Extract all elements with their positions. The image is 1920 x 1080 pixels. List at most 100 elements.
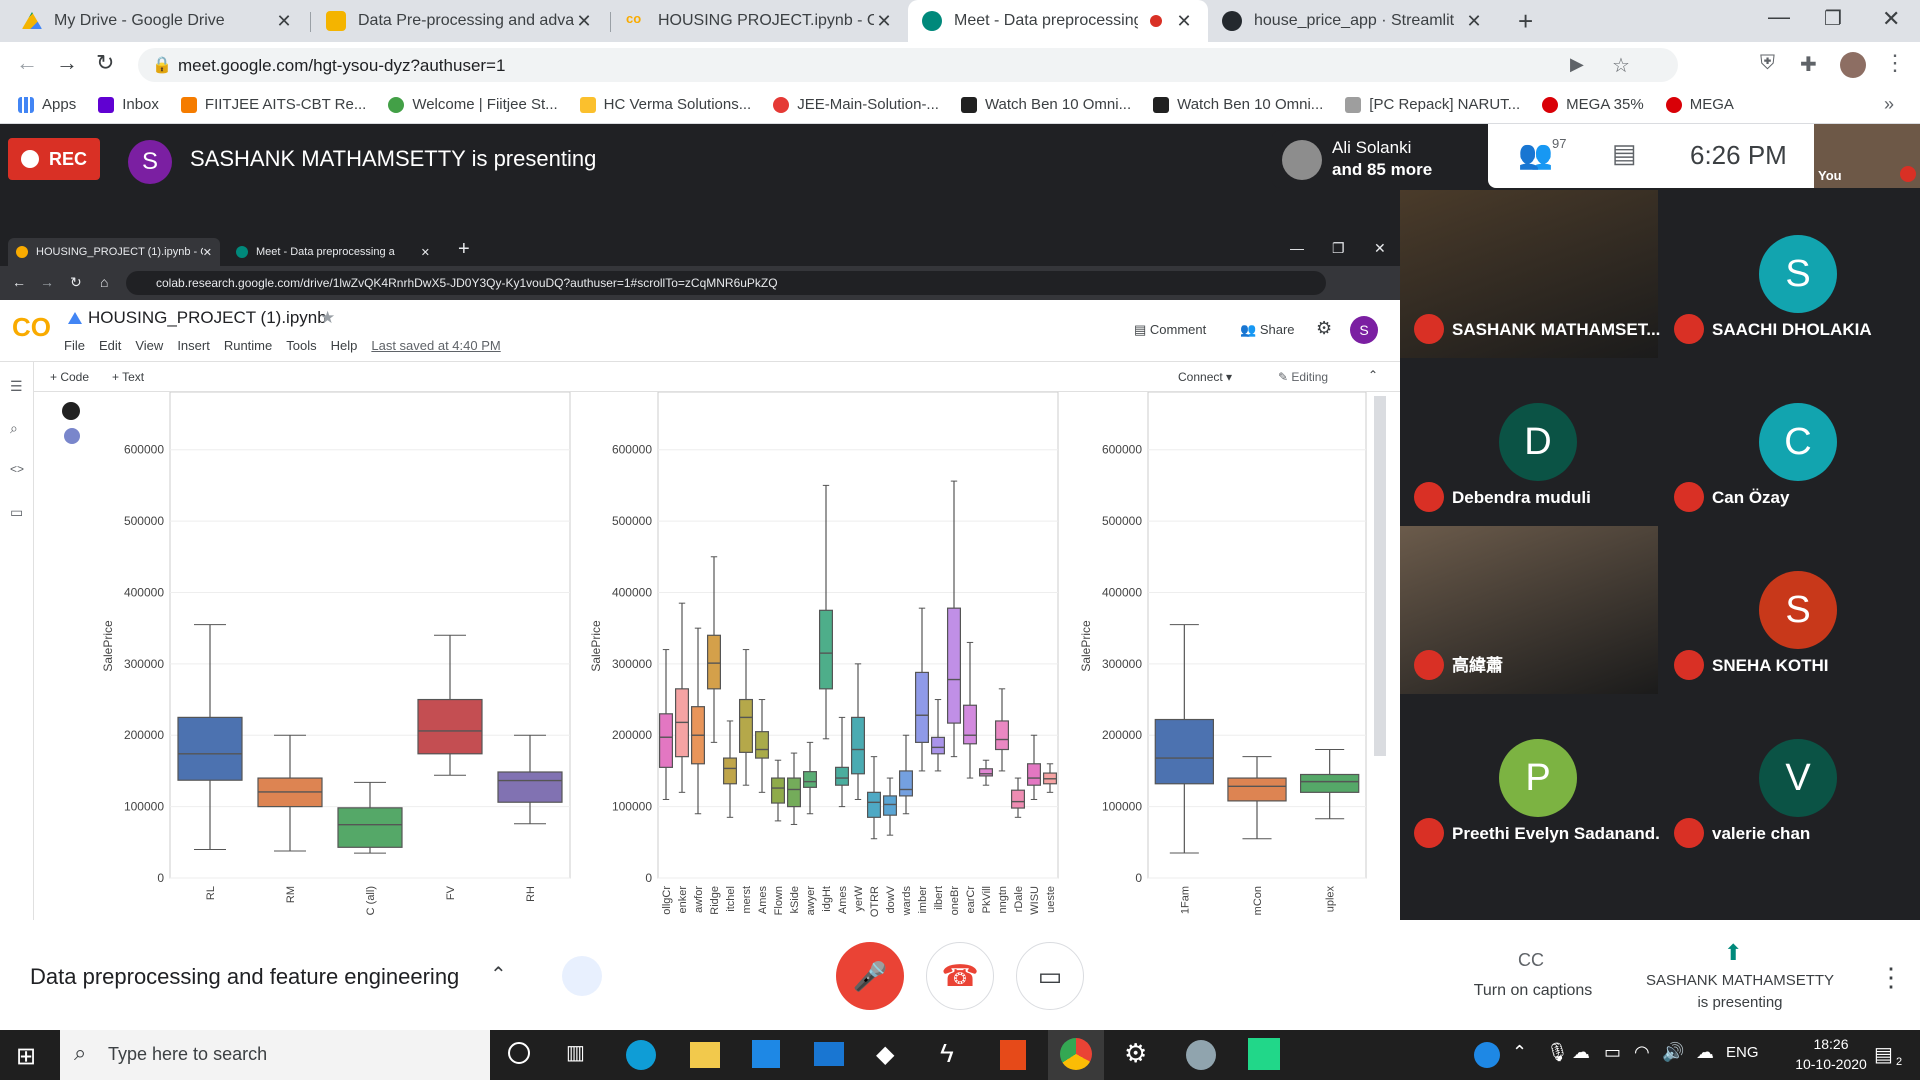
language-indicator[interactable]: ENG [1726, 1044, 1759, 1061]
window-close-icon[interactable]: ✕ [1882, 6, 1900, 32]
colab-icon [16, 246, 28, 258]
notification-icon[interactable]: ▤ [1874, 1042, 1893, 1067]
battery-icon[interactable]: ▭ [1604, 1042, 1621, 1063]
close-icon[interactable]: ✕ [574, 11, 594, 32]
mic-off-button[interactable]: 🎤 [836, 942, 904, 1010]
box [866, 791, 881, 818]
office-icon[interactable] [1000, 1040, 1026, 1070]
tray-chevron-icon[interactable]: ⌃ [1512, 1042, 1527, 1063]
volume-icon[interactable]: 🔊 [1662, 1042, 1684, 1063]
bookmark-mega[interactable]: MEGA [1665, 96, 1734, 113]
chevron-up-icon[interactable]: ⌃ [490, 962, 507, 987]
self-video-tile[interactable]: You [1814, 124, 1920, 188]
mic-icon[interactable]: 🎙 [1546, 1042, 1569, 1063]
captions-button[interactable]: Turn on captions [1468, 982, 1598, 1000]
camera-icon[interactable]: ▶ [1570, 54, 1584, 75]
participant-tile[interactable]: S SNEHA KOTHI [1660, 526, 1918, 694]
bookmark-apps[interactable]: Apps [18, 96, 76, 113]
tab-colab[interactable]: co HOUSING PROJECT.ipynb - Colab ✕ [612, 0, 908, 42]
participant-tile[interactable]: S SAACHI DHOLAKIA [1660, 190, 1918, 358]
bookmark-inbox[interactable]: Inbox [98, 96, 159, 113]
forward-icon[interactable]: → [56, 50, 78, 76]
back-icon[interactable]: ← [16, 50, 38, 76]
taskbar-date[interactable]: 10-10-2020 [1786, 1056, 1876, 1072]
tab-label: Meet - Data preprocessing a [256, 246, 395, 258]
extensions-icon[interactable]: ✚ [1800, 52, 1817, 77]
minimize-icon[interactable]: — [1768, 4, 1790, 30]
star-icon[interactable]: ☆ [1612, 53, 1630, 78]
dropbox-icon[interactable]: ◆ [876, 1040, 894, 1069]
participant-tile[interactable]: C Can Özay [1660, 358, 1918, 526]
bookmark-hc-verma[interactable]: HC Verma Solutions... [579, 96, 751, 113]
host-controls-icon[interactable] [562, 956, 602, 996]
menu-runtime: Runtime [223, 338, 273, 353]
bookmark-fiitjee-welcome[interactable]: Welcome | Fiitjee St... [388, 96, 558, 113]
tab-google-drive[interactable]: My Drive - Google Drive ✕ [8, 0, 308, 42]
apps-grid-icon [18, 96, 34, 113]
new-tab-icon[interactable]: + [1518, 6, 1533, 37]
notebook-title: HOUSING_PROJECT (1).ipynb [88, 308, 327, 327]
people-icon[interactable]: 👥 [1518, 138, 1553, 171]
tab-streamlit[interactable]: house_price_app · Streamlit ✕ [1208, 0, 1498, 42]
bookmark-label: Watch Ben 10 Omni... [984, 96, 1132, 113]
close-icon[interactable]: ✕ [274, 11, 294, 32]
bookmark-jee-main[interactable]: JEE-Main-Solution-... [773, 96, 939, 113]
participant-tile[interactable]: SASHANK MATHAMSET... [1400, 190, 1660, 358]
cloud-icon[interactable]: ☁ [1572, 1042, 1590, 1063]
onedrive-icon[interactable]: ☁ [1696, 1042, 1714, 1063]
taskbar-time[interactable]: 18:26 [1786, 1036, 1876, 1052]
shield-icon[interactable]: ⛨ [1760, 52, 1775, 75]
y-tick-label: 300000 [124, 657, 164, 671]
windows-start-icon[interactable]: ⊞ [16, 1042, 36, 1071]
close-icon[interactable]: ✕ [1174, 11, 1194, 32]
edge-icon[interactable] [626, 1040, 656, 1070]
maximize-icon: ❐ [1332, 240, 1345, 256]
camera-toggle-button[interactable]: ▭ [1016, 942, 1084, 1010]
reload-icon[interactable]: ↻ [96, 50, 114, 76]
participant-tile[interactable]: D Debendra muduli [1400, 358, 1658, 526]
maximize-icon[interactable]: ❐ [1824, 6, 1842, 31]
cortana-icon[interactable] [508, 1042, 530, 1064]
settings-icon[interactable]: ⚙ [1124, 1038, 1147, 1069]
meeting-title[interactable]: Data preprocessing and feature engineeri… [30, 964, 459, 990]
bookmark-label: FIITJEE AITS-CBT Re... [204, 96, 367, 113]
pycharm-icon[interactable] [1248, 1038, 1280, 1070]
bolt-icon[interactable]: ϟ [940, 1038, 954, 1069]
box [1010, 789, 1025, 809]
task-view-icon[interactable]: ▥ [566, 1040, 585, 1065]
bookmark-naruto[interactable]: [PC Repack] NARUT... [1345, 96, 1520, 113]
help-icon[interactable] [1474, 1042, 1500, 1068]
participant-tile[interactable]: 高緯蕭 [1400, 526, 1658, 694]
bookmark-ben10-a[interactable]: Watch Ben 10 Omni... [960, 96, 1132, 113]
hangup-button[interactable]: ☎ [926, 942, 994, 1010]
bookmark-ben10-b[interactable]: Watch Ben 10 Omni... [1153, 96, 1323, 113]
presenting-name[interactable]: SASHANK MATHAMSETTY [1630, 972, 1850, 989]
chat-icon[interactable]: ▤ [1612, 138, 1637, 169]
wifi-icon[interactable]: ◠ [1634, 1042, 1650, 1063]
tab-slides[interactable]: Data Pre-processing and advance ✕ [312, 0, 608, 42]
close-icon[interactable]: ✕ [1464, 11, 1484, 32]
address-bar[interactable]: 🔒 meet.google.com/hgt-ysou-dyz?authuser=… [138, 48, 1678, 82]
x-tick-label: awyer [805, 886, 817, 916]
tab-meet[interactable]: Meet - Data preprocessing a ✕ [908, 0, 1208, 42]
taskbar-search[interactable]: ⌕ Type here to search [60, 1030, 490, 1080]
y-tick-label: 300000 [612, 657, 652, 671]
participant-tile[interactable]: Vvalerie chan [1660, 694, 1918, 862]
bookmark-mega-35[interactable]: MEGA 35% [1542, 96, 1644, 113]
store-icon[interactable] [752, 1040, 780, 1068]
paint-icon[interactable] [1186, 1040, 1216, 1070]
more-vert-icon[interactable]: ⋮ [1884, 50, 1906, 76]
participants-preview[interactable]: Ali Solanki and 85 more [1272, 130, 1486, 188]
bookmark-fiitjee-aits[interactable]: FIITJEE AITS-CBT Re... [180, 96, 367, 113]
profile-avatar[interactable] [1840, 52, 1866, 78]
menu-insert: Insert [177, 338, 210, 353]
file-explorer-icon[interactable] [690, 1042, 720, 1068]
more-vert-icon[interactable]: ⋮ [1878, 962, 1904, 993]
bookmarks-bar: Apps Inbox FIITJEE AITS-CBT Re... Welcom… [0, 86, 1920, 124]
participant-tile[interactable]: P Preethi Evelyn Sadanand... [1400, 694, 1669, 862]
close-icon[interactable]: ✕ [874, 11, 894, 32]
forward-icon: → [40, 274, 54, 290]
mail-icon[interactable] [814, 1042, 844, 1066]
chrome-taskbar-item[interactable] [1048, 1030, 1104, 1080]
more-bookmarks-icon[interactable]: » [1884, 94, 1894, 115]
